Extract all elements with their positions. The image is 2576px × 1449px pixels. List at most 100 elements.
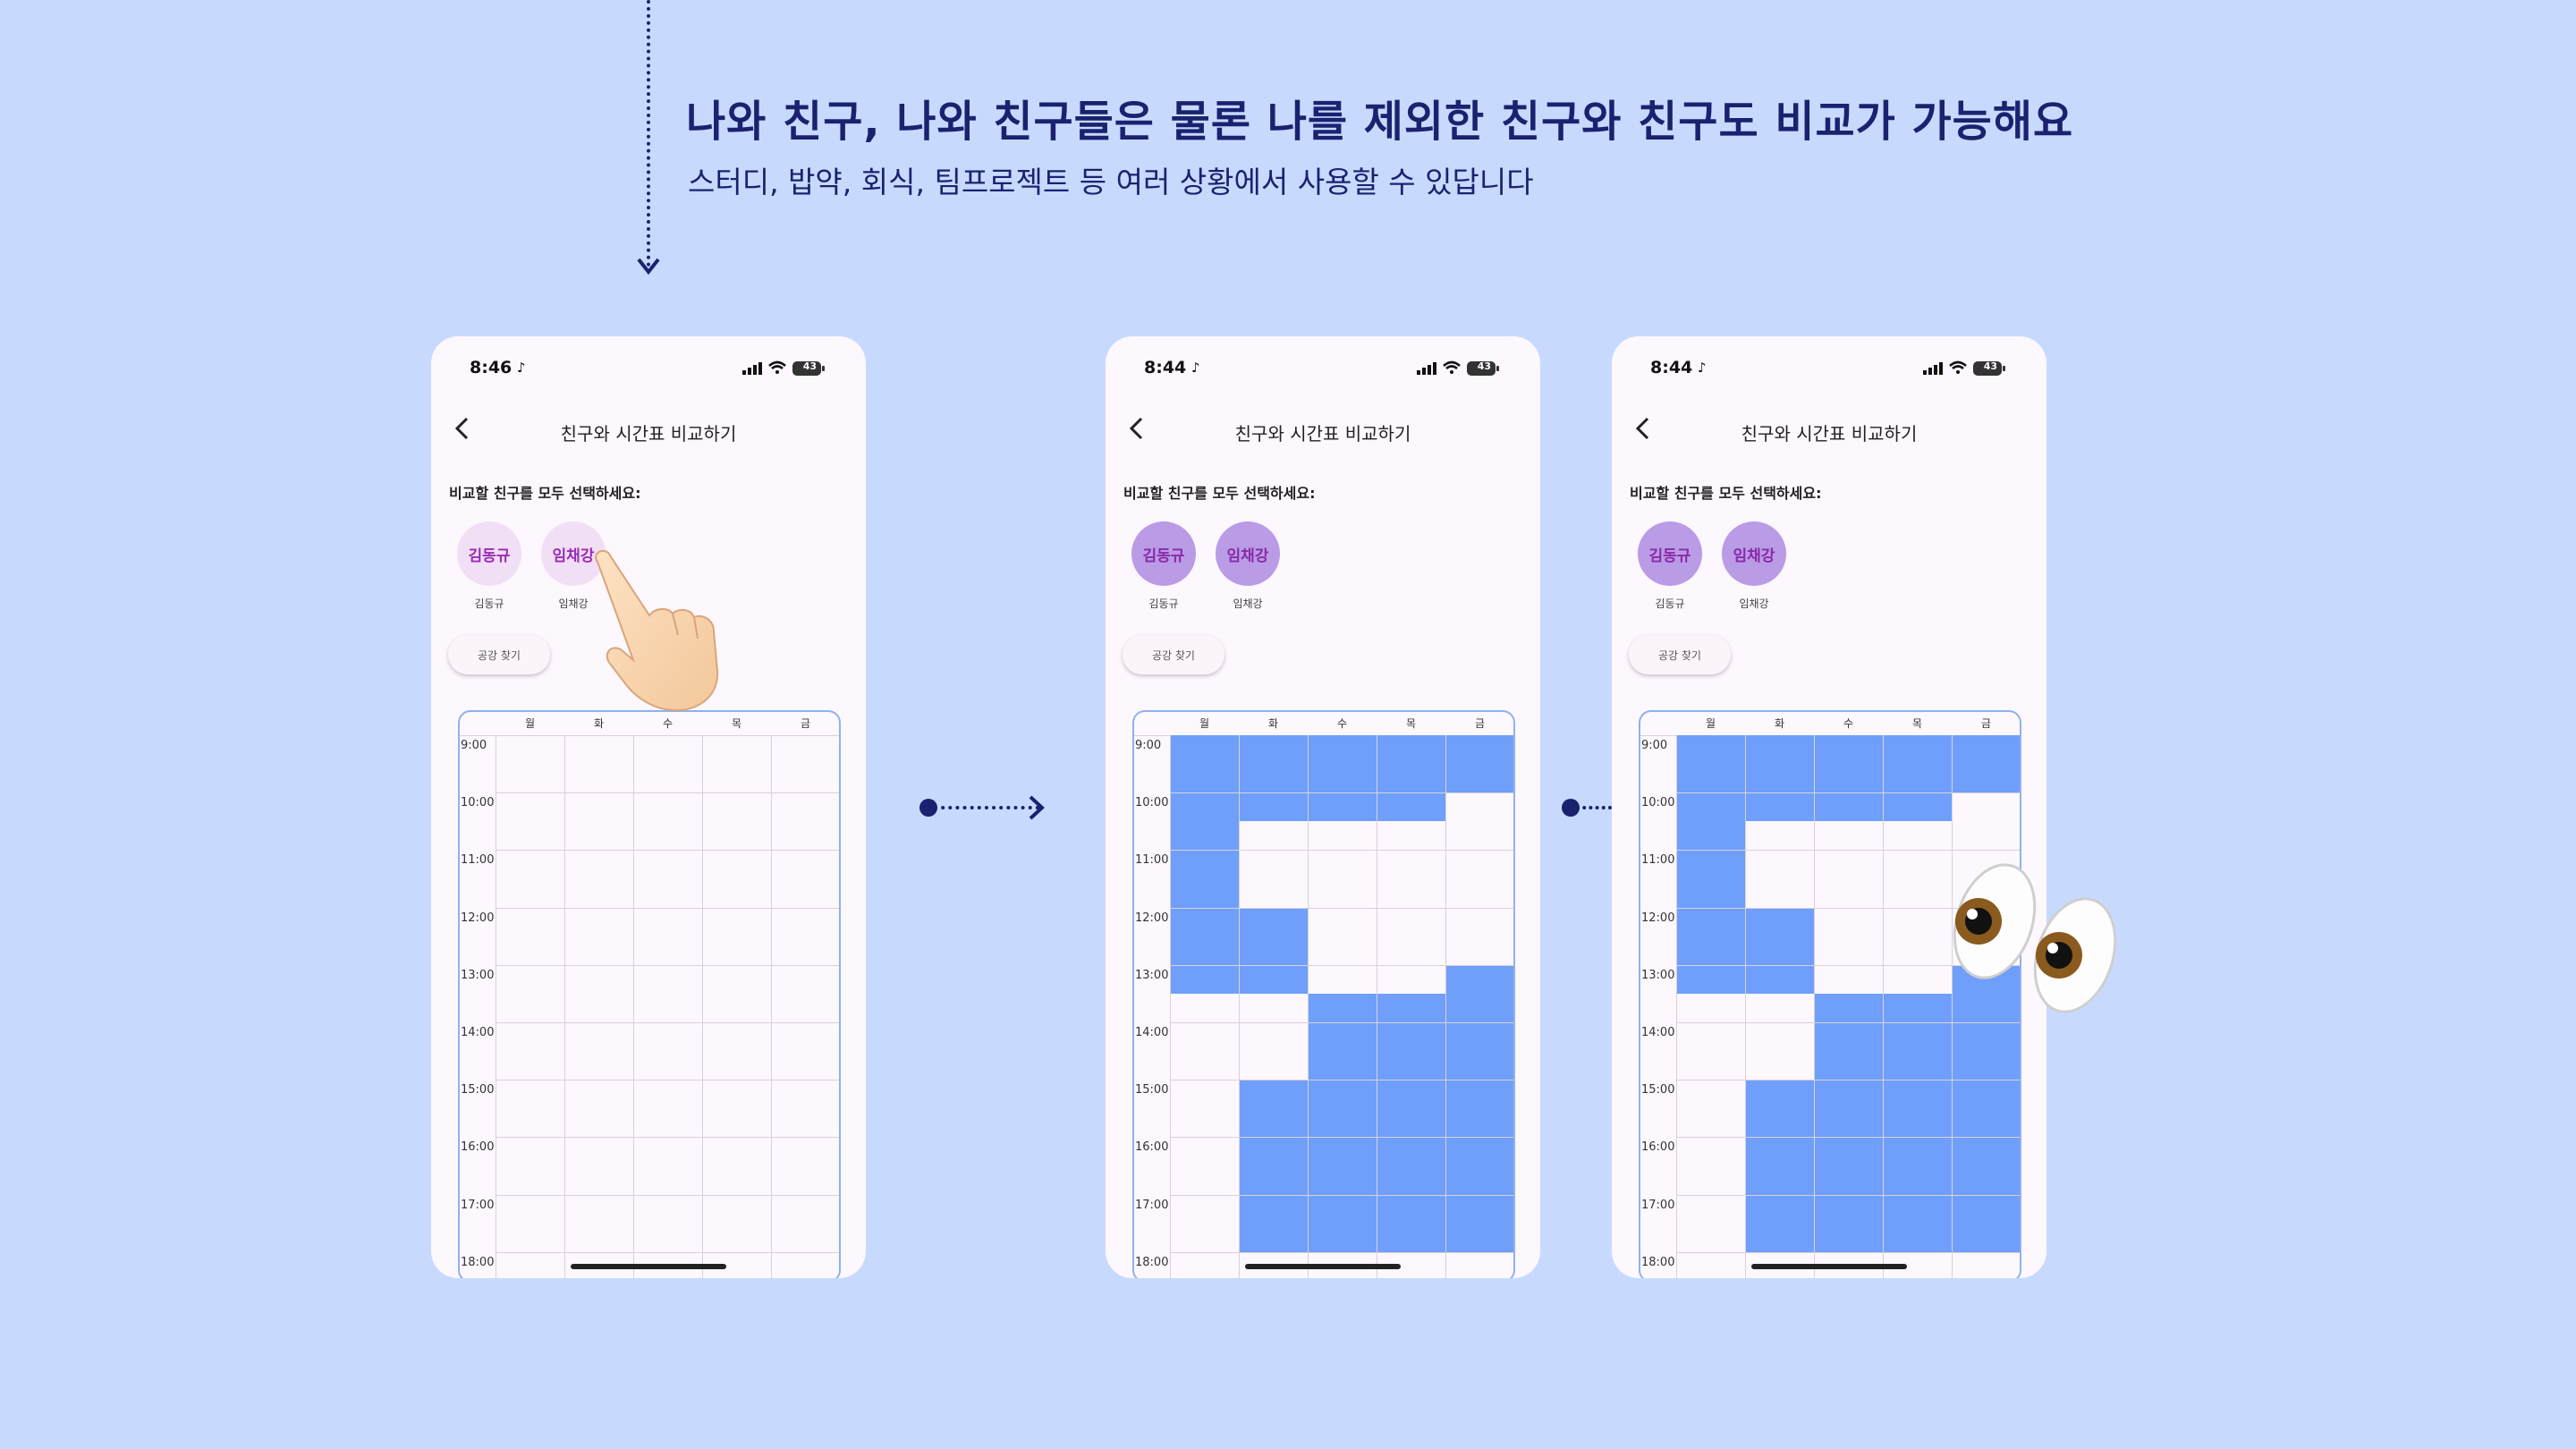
time-label: 13:00: [1135, 968, 1169, 982]
day-header: 수: [1843, 717, 1854, 730]
phone-screen-3: 8:44 ♪ 43 친구와 시간표 비교하기 비교할 친구를 모두 선택하세요: 김동규 김…: [1612, 336, 2046, 1278]
find-free-time-button[interactable]: 공강 찾기: [1123, 635, 1224, 674]
friend-name-label: 임채강: [1739, 597, 1769, 610]
friend-chip[interactable]: 임채강: [1722, 521, 1786, 586]
time-label: 13:00: [461, 968, 495, 982]
time-label: 15:00: [461, 1083, 495, 1097]
busy-block: [1445, 735, 1513, 793]
silent-bell-icon: ♪: [517, 360, 526, 376]
friend-chip[interactable]: 김동규: [1131, 521, 1196, 586]
time-label: 9:00: [1641, 739, 1668, 752]
grid-row-line: [496, 1251, 839, 1253]
time-label: 16:00: [1641, 1140, 1675, 1155]
grid-column-line: [1170, 735, 1171, 1278]
grid-row-line: [1170, 1194, 1513, 1196]
busy-block: [1377, 735, 1445, 822]
busy-block: [1814, 735, 1883, 822]
day-header: 금: [1474, 717, 1486, 730]
status-icons: [742, 360, 832, 381]
wifi-icon: [768, 360, 786, 374]
arrow-right-icon: [1029, 795, 1045, 820]
phone-screen-1: 8:46 ♪ 43 친구와 시간표 비교하기 비교할 친구를 모두 선택하세요: 김동규 김…: [431, 336, 866, 1278]
page-title: 친구와 시간표 비교하기: [560, 423, 737, 445]
time-label: 18:00: [461, 1255, 495, 1269]
busy-block: [1239, 735, 1308, 822]
signal-icon: [1923, 362, 1943, 375]
grid-row-line: [1170, 792, 1513, 794]
busy-block: [1445, 964, 1513, 1252]
time-label: 17:00: [1641, 1198, 1675, 1212]
grid-column-line: [1676, 735, 1677, 1278]
time-label: 15:00: [1135, 1083, 1169, 1097]
time-label: 12:00: [461, 911, 495, 925]
grid-column-line: [1514, 735, 1515, 1278]
time-label: 10:00: [1135, 796, 1169, 810]
busy-block: [1308, 735, 1377, 822]
time-label: 15:00: [1641, 1083, 1675, 1097]
find-free-time-button[interactable]: 공강 찾기: [1629, 635, 1731, 674]
busy-block: [1676, 735, 1745, 994]
friend-name-label: 김동규: [474, 597, 504, 610]
grid-column-line: [633, 735, 634, 1278]
subline: 스터디, 밥약, 회식, 팀프로젝트 등 여러 상황에서 사용할 수 있답니다: [688, 165, 1534, 199]
time-label: 16:00: [1135, 1140, 1169, 1155]
busy-block: [1745, 735, 1814, 822]
headline: 나와 친구, 나와 친구들은 물론 나를 제외한 친구와 친구도 비교가 가능해…: [686, 97, 2074, 147]
arrow-down-icon: [637, 258, 660, 275]
grid-row-line: [1170, 850, 1513, 852]
grid-row-line: [1676, 1022, 2020, 1023]
grid-column-line: [1814, 735, 1815, 1278]
battery-level: 43: [1983, 360, 1997, 372]
day-header: 월: [1705, 717, 1716, 730]
home-indicator: [571, 1264, 726, 1269]
time-label: 13:00: [1641, 968, 1675, 982]
time-label: 18:00: [1641, 1255, 1675, 1269]
friend-name-label: 김동규: [1655, 597, 1685, 610]
wifi-icon: [1949, 360, 1967, 374]
time-label: 18:00: [1135, 1255, 1169, 1269]
busy-block: [1170, 735, 1239, 994]
wifi-icon: [1443, 360, 1461, 374]
time-label: 11:00: [1135, 853, 1169, 868]
grid-row-line: [1676, 792, 2020, 794]
busy-block: [1883, 735, 1952, 822]
time-label: 17:00: [461, 1198, 495, 1212]
day-header: 월: [1199, 717, 1210, 730]
busy-block: [1745, 907, 1814, 994]
connector-line-2: [1576, 806, 1612, 809]
day-header: 화: [1267, 717, 1279, 730]
find-free-time-button[interactable]: 공강 찾기: [448, 635, 550, 674]
select-prompt: 비교할 친구를 모두 선택하세요:: [1123, 485, 1316, 502]
page-title: 친구와 시간표 비교하기: [1234, 423, 1411, 445]
grid-column-line: [702, 735, 703, 1278]
pointing-hand-icon: [595, 549, 719, 712]
grid-row-line: [1676, 1251, 2020, 1253]
day-header: 금: [800, 717, 811, 730]
busy-block: [1239, 907, 1308, 994]
time-label: 17:00: [1135, 1198, 1169, 1212]
time-label: 14:00: [1641, 1026, 1675, 1039]
time-label: 12:00: [1135, 911, 1169, 925]
grid-row-line: [496, 1194, 839, 1196]
grid-row-line: [496, 1137, 839, 1139]
status-time: 8:44: [1650, 358, 1693, 377]
grid-column-line: [1883, 735, 1884, 1278]
signal-icon: [742, 362, 762, 375]
home-indicator: [1245, 1264, 1401, 1269]
time-label: 14:00: [1135, 1026, 1169, 1039]
busy-block: [1377, 993, 1445, 1252]
friend-chip[interactable]: 김동규: [1638, 521, 1702, 586]
battery-level: 43: [1477, 360, 1491, 372]
grid-row-line: [1676, 850, 2020, 852]
silent-bell-icon: ♪: [1191, 360, 1200, 376]
grid-row-line: [1676, 1194, 2020, 1196]
grid-column-line: [771, 735, 772, 1278]
grid-row-line: [1170, 1137, 1513, 1139]
grid-row-line: [1676, 1137, 2020, 1139]
battery-level: 43: [802, 360, 817, 372]
friend-chip[interactable]: 김동규: [457, 521, 521, 586]
friend-chip[interactable]: 임채강: [1216, 521, 1280, 586]
grid-row-line: [496, 1022, 839, 1023]
status-time: 8:46: [470, 358, 513, 377]
grid-row-line: [496, 792, 839, 794]
